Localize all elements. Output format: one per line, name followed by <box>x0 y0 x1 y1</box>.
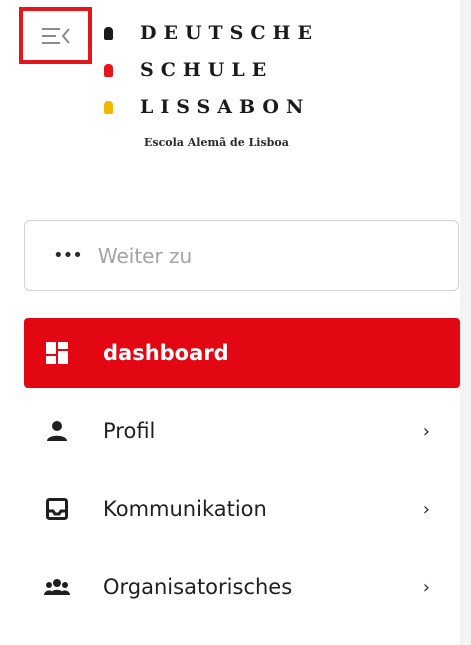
nav-label-dashboard: dashboard <box>103 341 229 365</box>
nav-label-kommunikation: Kommunikation <box>103 497 267 521</box>
school-logo[interactable]: DEUTSCHE SCHULE LISSABON Escola Alemã de… <box>104 22 344 152</box>
menu-collapse-icon <box>41 27 70 44</box>
nav-item-organisatorisches[interactable]: Organisatorisches › <box>24 552 460 622</box>
nav-item-kommunikation[interactable]: Kommunikation › <box>24 474 460 544</box>
logo-line-1: DEUTSCHE <box>104 22 344 44</box>
ellipsis-icon: ••• <box>53 245 83 266</box>
logo-subtitle: Escola Alemã de Lisboa <box>144 136 289 149</box>
search-box[interactable]: ••• <box>24 220 459 291</box>
logo-dot-red <box>104 63 113 77</box>
logo-dot-yellow <box>104 100 113 114</box>
logo-line-2: SCHULE <box>104 59 344 81</box>
sidebar-nav: dashboard Profil › Kommunikation › Organ… <box>24 318 460 630</box>
nav-label-profil: Profil <box>103 419 156 443</box>
chevron-right-icon: › <box>422 576 430 598</box>
nav-label-organisatorisches: Organisatorisches <box>103 575 293 599</box>
chevron-right-icon: › <box>422 498 430 520</box>
nav-item-profil[interactable]: Profil › <box>24 396 460 466</box>
logo-dot-black <box>104 26 113 40</box>
person-icon <box>44 418 70 444</box>
logo-line-3: LISSABON <box>104 96 344 118</box>
nav-item-dashboard[interactable]: dashboard <box>24 318 460 388</box>
chevron-right-icon: › <box>422 420 430 442</box>
sidebar: DEUTSCHE SCHULE LISSABON Escola Alemã de… <box>0 0 460 645</box>
group-icon <box>44 574 70 600</box>
sidebar-collapse-button[interactable] <box>19 7 92 64</box>
search-input[interactable] <box>97 243 428 268</box>
dashboard-icon <box>44 340 70 366</box>
content-edge <box>460 0 471 645</box>
inbox-icon <box>44 496 70 522</box>
